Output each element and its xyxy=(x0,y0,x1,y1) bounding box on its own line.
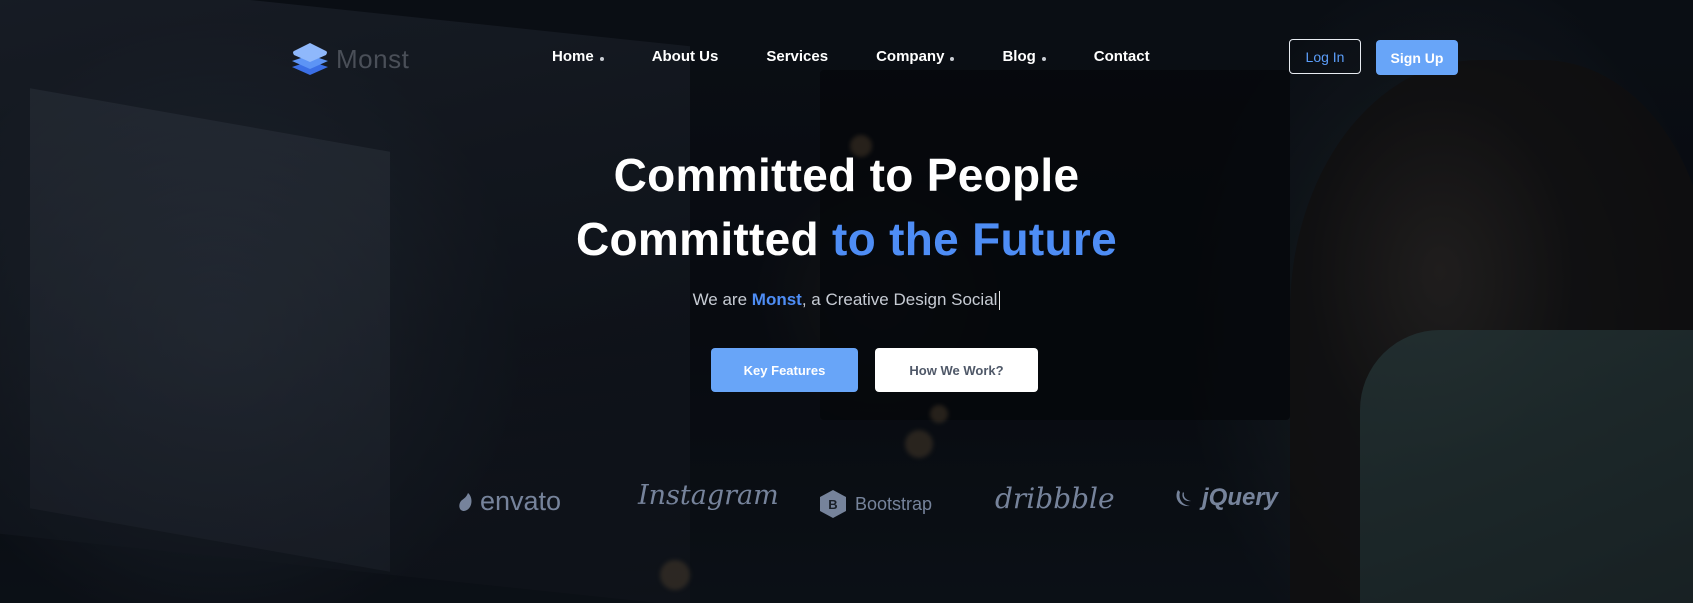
brand-name: envato xyxy=(480,486,562,516)
nav-item-contact[interactable]: Contact xyxy=(1094,48,1150,65)
nav-item-label: About Us xyxy=(651,48,719,65)
brand-name: jQuery xyxy=(1202,484,1279,511)
typing-cursor xyxy=(999,291,1001,311)
hero-section: Monst Home About Us Services Company Blo… xyxy=(0,0,1693,603)
logo[interactable]: Monst xyxy=(290,39,409,79)
subtitle-suffix: , a Creative Design Social xyxy=(801,290,998,309)
hero-subtitle: We are Monst, a Creative Design Social xyxy=(0,290,1693,311)
brand-instagram: Instagram xyxy=(638,480,779,511)
top-navigation: Monst Home About Us Services Company Blo… xyxy=(0,0,1693,110)
hero-title-line-2: Committed to the Future xyxy=(0,212,1693,266)
nav-item-about-us[interactable]: About Us xyxy=(652,48,719,65)
brand-name: Bootstrap xyxy=(855,493,933,514)
nav-item-label: Home xyxy=(552,48,594,65)
jquery-swirl-icon xyxy=(1176,490,1191,507)
nav-item-label: Blog xyxy=(1002,48,1036,65)
logo-text: Monst xyxy=(336,43,410,74)
svg-text:B: B xyxy=(828,497,837,512)
brand-bootstrap: B Bootstrap xyxy=(817,488,932,520)
key-features-button[interactable]: Key Features xyxy=(711,348,858,392)
brand-dribbble: dribbble xyxy=(995,482,1115,515)
nav-item-services[interactable]: Services xyxy=(766,48,828,65)
brand-envato: envato xyxy=(458,486,561,517)
subtitle-brand: Monst xyxy=(751,290,802,309)
nav-item-company[interactable]: Company xyxy=(876,48,955,65)
brand-name: dribbble xyxy=(995,482,1115,515)
envato-leaf-icon xyxy=(459,492,472,511)
nav-item-blog[interactable]: Blog xyxy=(1002,48,1046,65)
dropdown-dot-icon xyxy=(950,56,955,61)
layers-icon xyxy=(292,43,328,75)
signup-button[interactable]: Sign Up xyxy=(1376,40,1458,75)
nav-item-label: Company xyxy=(876,48,945,65)
how-we-work-button[interactable]: How We Work? xyxy=(875,348,1038,392)
dropdown-dot-icon xyxy=(599,56,604,61)
hero-title-accent: to the Future xyxy=(832,213,1117,265)
brand-name: Instagram xyxy=(638,480,779,511)
bootstrap-b-icon: B xyxy=(820,490,846,518)
login-button[interactable]: Log In xyxy=(1289,39,1361,74)
nav-item-label: Services xyxy=(766,48,829,65)
dropdown-dot-icon xyxy=(1041,56,1046,61)
nav-item-home[interactable]: Home xyxy=(552,48,604,65)
brand-jquery: jQuery xyxy=(1174,484,1278,512)
hero-title-white: Committed xyxy=(576,213,832,265)
main-menu: Home About Us Services Company Blog Cont… xyxy=(552,48,1198,65)
subtitle-prefix: We are xyxy=(692,290,752,309)
nav-item-label: Contact xyxy=(1093,48,1150,65)
hero-title-line-1: Committed to People xyxy=(613,149,1080,201)
